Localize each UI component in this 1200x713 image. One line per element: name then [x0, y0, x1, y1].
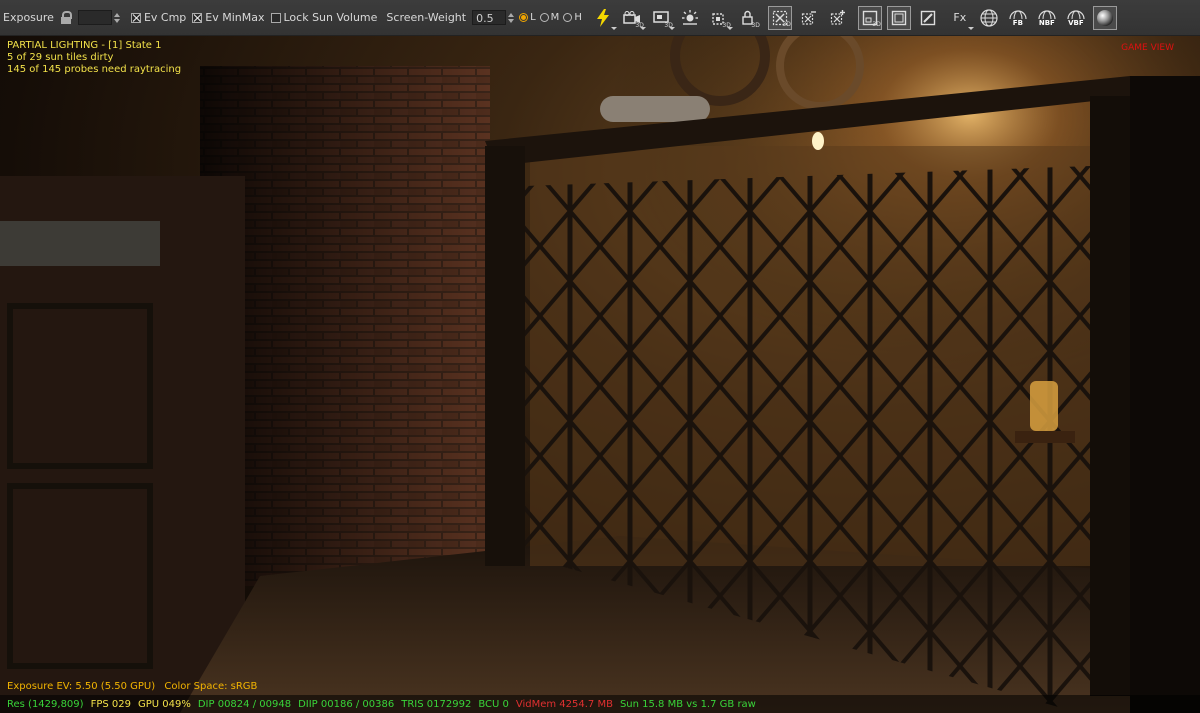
grid-3d-sublabel: 3D — [782, 20, 791, 28]
vbf-sphere-icon[interactable]: VBF — [1064, 6, 1088, 30]
diip-stat: DIIP 00186 / 00386 — [298, 698, 395, 710]
game-viewport[interactable]: PARTIAL LIGHTING - [1] State 1 5 of 29 s… — [0, 36, 1200, 713]
probe-3d-icon[interactable]: 3D — [707, 6, 733, 30]
fx-label: Fx — [953, 11, 967, 24]
exposure-label: Exposure — [3, 11, 54, 24]
scene-render — [0, 36, 1200, 713]
quality-low-radio[interactable] — [519, 13, 529, 22]
fb-sphere-icon[interactable]: FB — [1006, 6, 1030, 30]
game-view-label: GAME VIEW — [1121, 43, 1174, 53]
camera-3d-icon[interactable]: 3D — [620, 6, 646, 30]
lock-sun-volume-checkbox[interactable] — [270, 12, 281, 23]
bcu-stat: BCU 0 — [478, 698, 509, 710]
fb-label: FB — [1012, 18, 1023, 27]
exposure-ev-text: Exposure EV: 5.50 (5.50 GPU) — [7, 681, 156, 692]
render-stats-bar: Res (1429,809) FPS 029 GPU 049% DIP 0082… — [0, 695, 1200, 713]
edit-pen-icon[interactable] — [916, 6, 940, 30]
ev-minmax-checkbox[interactable] — [192, 12, 203, 23]
nbf-label: NBF — [1038, 18, 1055, 27]
tris-stat: TRIS 0172992 — [401, 698, 472, 710]
vidmem-stat: VidMem 4254.7 MB — [515, 698, 613, 710]
lighting-status-overlay: PARTIAL LIGHTING - [1] State 1 5 of 29 s… — [7, 40, 181, 76]
resolution-stat: Res (1429,809) — [7, 698, 84, 710]
quality-medium-radio[interactable] — [539, 13, 549, 22]
grid-remove-icon[interactable] — [797, 6, 821, 30]
screen-weight-input[interactable]: 0.5 — [472, 10, 507, 25]
exposure-spinner[interactable] — [113, 10, 121, 25]
view-3d-toggle-icon[interactable]: 3D — [857, 5, 882, 30]
editor-toolbar: Exposure Ev Cmp Ev MinMax Lock Sun Volum… — [0, 0, 1200, 36]
view-3d-sublabel: 3D — [872, 20, 881, 28]
render-3d-icon[interactable]: 3D — [649, 6, 675, 30]
grid-3d-toggle-icon[interactable]: 3D — [767, 5, 792, 30]
nbf-sphere-icon[interactable]: NBF — [1035, 6, 1059, 30]
sun-tiles-text: 5 of 29 sun tiles dirty — [7, 52, 114, 63]
ev-minmax-label: Ev MinMax — [205, 11, 265, 24]
screen-weight-label: Screen-Weight — [386, 11, 467, 24]
ev-cmp-checkbox[interactable] — [130, 12, 141, 23]
lighting-state-text: PARTIAL LIGHTING - [1] State 1 — [7, 40, 162, 51]
lock-icon[interactable] — [60, 10, 72, 25]
ev-cmp-label: Ev Cmp — [143, 11, 187, 24]
color-space-text: Color Space: sRGB — [164, 681, 258, 692]
quality-medium-label: M — [550, 12, 560, 23]
frame-toggle-icon[interactable] — [886, 5, 911, 30]
fps-stat: FPS 029 — [90, 698, 131, 710]
sun-light-icon[interactable] — [678, 6, 702, 30]
quality-high-label: H — [574, 12, 582, 23]
lock-3d-icon[interactable]: 3D — [736, 6, 760, 30]
fx-effects-icon[interactable]: Fx — [948, 6, 974, 30]
probes-text: 145 of 145 probes need raytracing — [7, 64, 182, 75]
quality-high-radio[interactable] — [563, 13, 573, 22]
quality-low-label: L — [530, 12, 536, 23]
gpu-stat: GPU 049% — [137, 698, 191, 710]
lightning-icon[interactable] — [591, 6, 617, 30]
exposure-input[interactable] — [77, 10, 112, 25]
wireframe-sphere-icon[interactable] — [977, 6, 1001, 30]
lock-sun-volume-label: Lock Sun Volume — [283, 11, 378, 24]
grid-add-icon[interactable] — [826, 6, 850, 30]
shaded-sphere-icon[interactable] — [1092, 5, 1117, 30]
lock-3d-sublabel: 3D — [751, 21, 760, 29]
exposure-overlay: Exposure EV: 5.50 (5.50 GPU) Color Space… — [7, 681, 263, 692]
sun-memory-stat: Sun 15.8 MB vs 1.7 GB raw — [619, 698, 756, 710]
dip-stat: DIP 00824 / 00948 — [197, 698, 292, 710]
screen-weight-spinner[interactable] — [507, 10, 515, 25]
vbf-label: VBF — [1068, 18, 1084, 27]
